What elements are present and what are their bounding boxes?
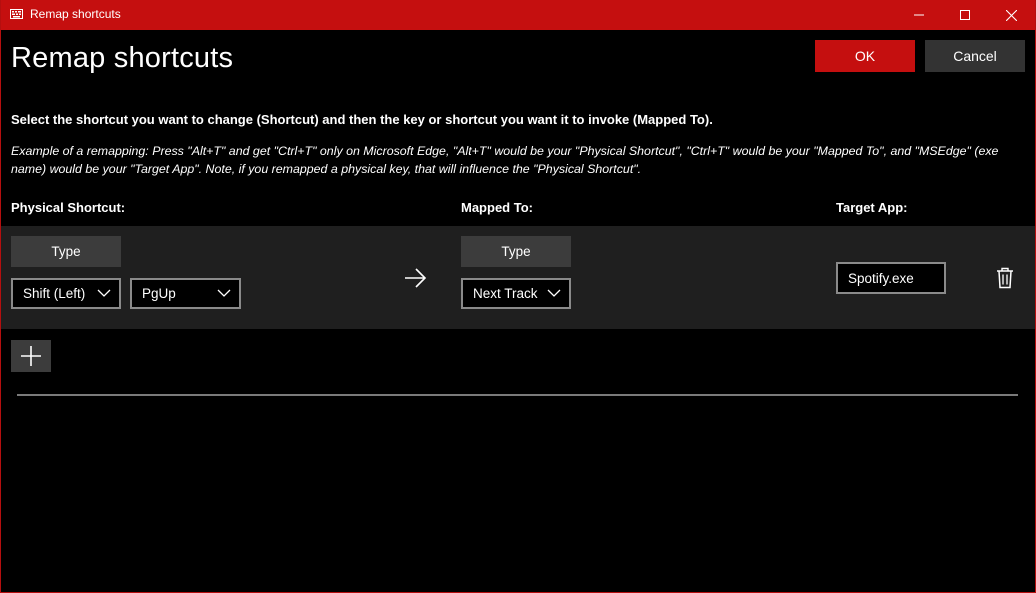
target-app-input[interactable]	[836, 262, 946, 294]
mapped-key-dropdown[interactable]: Next Track	[461, 278, 571, 309]
physical-key-2-value: PgUp	[142, 286, 176, 301]
minimize-icon	[914, 14, 924, 16]
chevron-down-icon	[97, 289, 111, 297]
keyboard-icon	[10, 9, 23, 19]
delete-mapping-button[interactable]	[991, 265, 1019, 291]
ok-button[interactable]: OK	[815, 40, 915, 72]
mapped-key-value: Next Track	[473, 286, 538, 301]
chevron-down-icon	[217, 289, 231, 297]
chevron-down-icon	[547, 289, 561, 297]
physical-key-dropdown-2[interactable]: PgUp	[130, 278, 241, 309]
arrow-right-icon	[405, 268, 427, 288]
maximize-button[interactable]	[942, 0, 988, 30]
physical-type-button[interactable]: Type	[11, 236, 121, 267]
close-button[interactable]	[988, 0, 1034, 30]
instruction-text: Select the shortcut you want to change (…	[11, 112, 713, 127]
close-icon	[1005, 9, 1017, 21]
minimize-button[interactable]	[896, 0, 942, 30]
mapped-type-button[interactable]: Type	[461, 236, 571, 267]
add-shortcut-button[interactable]	[11, 340, 51, 372]
plus-icon	[21, 346, 41, 366]
title-bar[interactable]: Remap shortcuts	[1, 0, 1035, 30]
divider	[17, 394, 1018, 396]
maximize-icon	[960, 10, 970, 20]
page-title: Remap shortcuts	[11, 42, 234, 74]
physical-key-dropdown-1[interactable]: Shift (Left)	[11, 278, 121, 309]
window-title: Remap shortcuts	[30, 7, 121, 21]
cancel-button[interactable]: Cancel	[925, 40, 1025, 72]
example-text: Example of a remapping: Press "Alt+T" an…	[11, 144, 999, 176]
target-app-header: Target App:	[836, 200, 908, 215]
physical-key-1-value: Shift (Left)	[23, 286, 86, 301]
mapped-to-header: Mapped To:	[461, 200, 533, 215]
physical-shortcut-header: Physical Shortcut:	[11, 200, 126, 215]
trash-icon	[997, 267, 1013, 289]
remap-shortcuts-window: Remap shortcuts Remap shortcuts OK Cance…	[0, 0, 1036, 593]
